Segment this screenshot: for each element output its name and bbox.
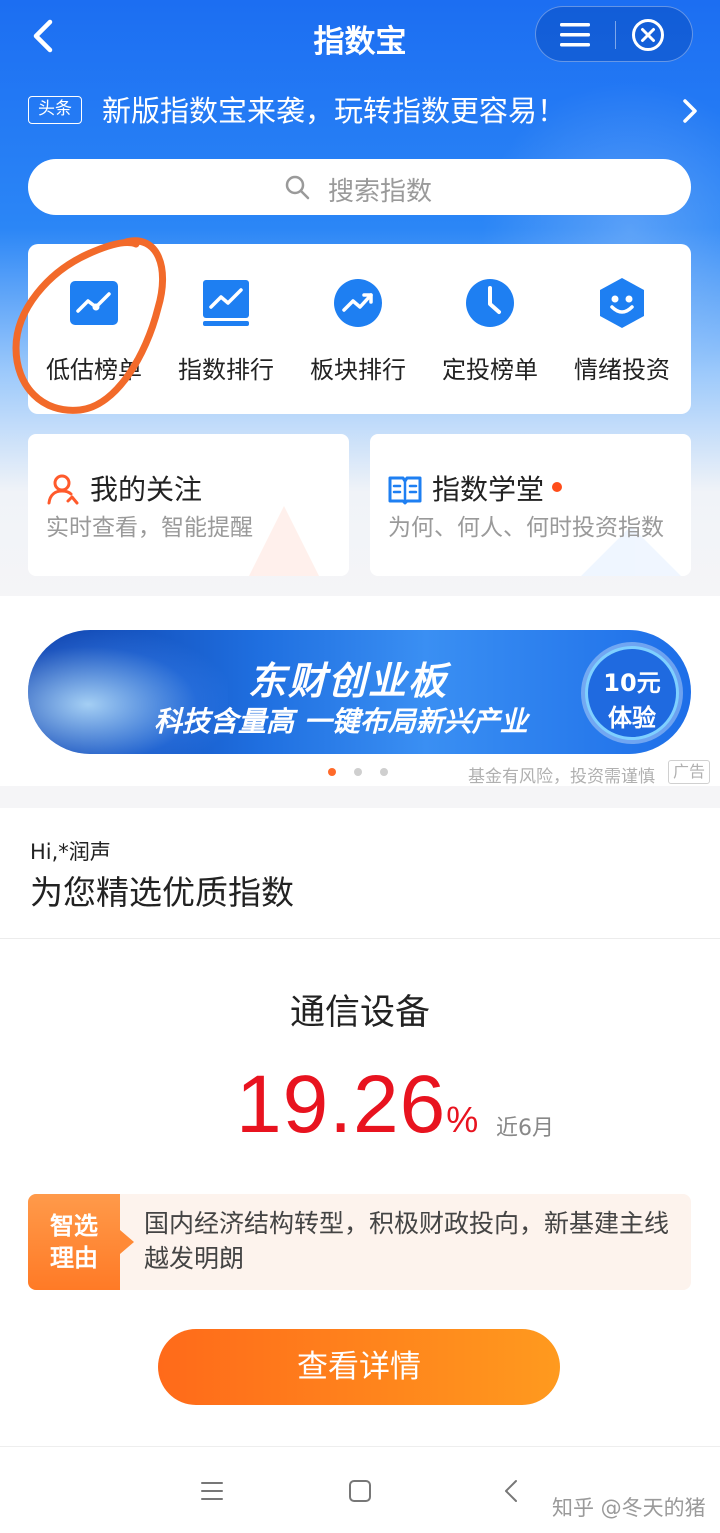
view-details-button[interactable]: 查看详情 — [158, 1329, 560, 1405]
badge-line1: 10元 — [603, 669, 661, 697]
chevron-right-icon — [683, 99, 697, 123]
trend-circle-icon — [334, 279, 382, 327]
book-icon — [388, 476, 422, 505]
divider — [0, 938, 720, 939]
headline-text: 新版指数宝来袭，玩转指数更容易！ — [102, 94, 567, 128]
chart-board-icon — [203, 280, 249, 326]
entry-sector-ranking[interactable]: 板块排行 — [292, 276, 424, 396]
return-number: 19.26 — [236, 1059, 447, 1150]
reason-text: 国内经济结构转型，积极财政投向，新基建主线越发明朗 — [144, 1209, 670, 1273]
mini-app-capsule — [535, 6, 693, 62]
banner-section: 东财创业板 科技含量高 一键布局新兴产业 10元 体验 基金有风险，投资需谨慎 … — [0, 596, 720, 787]
system-back-icon[interactable] — [498, 1477, 526, 1505]
carousel-dot-active — [328, 768, 336, 776]
entry-sentiment-investing[interactable]: 情绪投资 — [556, 276, 688, 396]
search-input[interactable]: 搜索指数 — [28, 159, 691, 215]
entry-fixed-investment-list[interactable]: 定投榜单 — [424, 276, 556, 396]
home-icon[interactable] — [346, 1477, 374, 1505]
recommendation-section: Hi,*润声 为您精选优质指数 通信设备 19.26% 近6月 智选 理由 国内… — [0, 808, 720, 1448]
headline-tag: 头条 — [28, 96, 82, 124]
index-name: 通信设备 — [289, 993, 430, 1033]
carousel-indicator — [328, 768, 398, 778]
card-title: 指数学堂 — [432, 473, 545, 506]
entry-label: 情绪投资 — [574, 356, 670, 384]
capsule-divider — [615, 21, 616, 49]
new-indicator-dot — [552, 482, 562, 492]
entry-label: 低估榜单 — [46, 356, 142, 384]
entry-index-ranking[interactable]: 指数排行 — [160, 276, 292, 396]
entry-undervalued-list[interactable]: 低估榜单 — [28, 276, 160, 396]
carousel-dot — [380, 768, 388, 776]
quick-entry-panel: 低估榜单 指数排行 板块排行 定投榜单 情绪投资 — [28, 244, 691, 414]
reason-tag-line1: 智选 — [50, 1212, 98, 1240]
reason-tag: 智选 理由 — [28, 1194, 134, 1290]
index-school-card[interactable]: 指数学堂 为何、何人、何时投资指数 — [370, 434, 691, 576]
recent-apps-icon[interactable] — [198, 1477, 226, 1505]
search-placeholder: 搜索指数 — [328, 177, 433, 207]
trend-chart-icon — [70, 281, 118, 325]
card-subtitle: 实时查看，智能提醒 — [46, 515, 253, 541]
card-title: 我的关注 — [90, 473, 203, 506]
banner-badge: 10元 体验 — [585, 646, 679, 740]
section-title: 为您精选优质指数 — [30, 873, 294, 912]
search-icon — [285, 175, 310, 200]
ad-tag: 广告 — [668, 760, 710, 784]
return-period: 近6月 — [496, 1116, 554, 1141]
badge-line2: 体验 — [608, 704, 656, 732]
watermark: 知乎 @冬天的猪 — [552, 1496, 706, 1520]
card-subtitle: 为何、何人、何时投资指数 — [388, 515, 664, 541]
smile-badge-icon — [600, 278, 644, 328]
menu-icon — [560, 23, 590, 47]
promo-banner[interactable]: 东财创业板 科技含量高 一键布局新兴产业 10元 体验 — [28, 630, 691, 754]
greeting: Hi,*润声 — [30, 840, 111, 864]
menu-button[interactable] — [554, 19, 598, 51]
my-follow-card[interactable]: 我的关注 实时查看，智能提醒 — [28, 434, 349, 576]
user-follow-icon — [47, 474, 79, 505]
entry-label: 板块排行 — [310, 356, 406, 384]
selection-reason: 智选 理由 国内经济结构转型，积极财政投向，新基建主线越发明朗 — [28, 1194, 691, 1290]
return-value: 19.26% — [236, 1058, 479, 1150]
headline-bar[interactable]: 头条 新版指数宝来袭，玩转指数更容易！ — [28, 92, 708, 132]
close-button[interactable] — [630, 17, 666, 53]
banner-subtitle: 科技含量高 一键布局新兴产业 — [154, 705, 528, 738]
reason-tag-line2: 理由 — [50, 1244, 98, 1272]
risk-disclaimer: 基金有风险，投资需谨慎 — [468, 767, 655, 787]
return-unit: % — [446, 1099, 479, 1140]
entry-label: 指数排行 — [178, 356, 274, 384]
carousel-dot — [354, 768, 362, 776]
close-circle-icon — [632, 19, 664, 51]
banner-title: 东财创业板 — [248, 659, 449, 703]
entry-label: 定投榜单 — [442, 356, 538, 384]
clock-icon — [466, 279, 514, 327]
